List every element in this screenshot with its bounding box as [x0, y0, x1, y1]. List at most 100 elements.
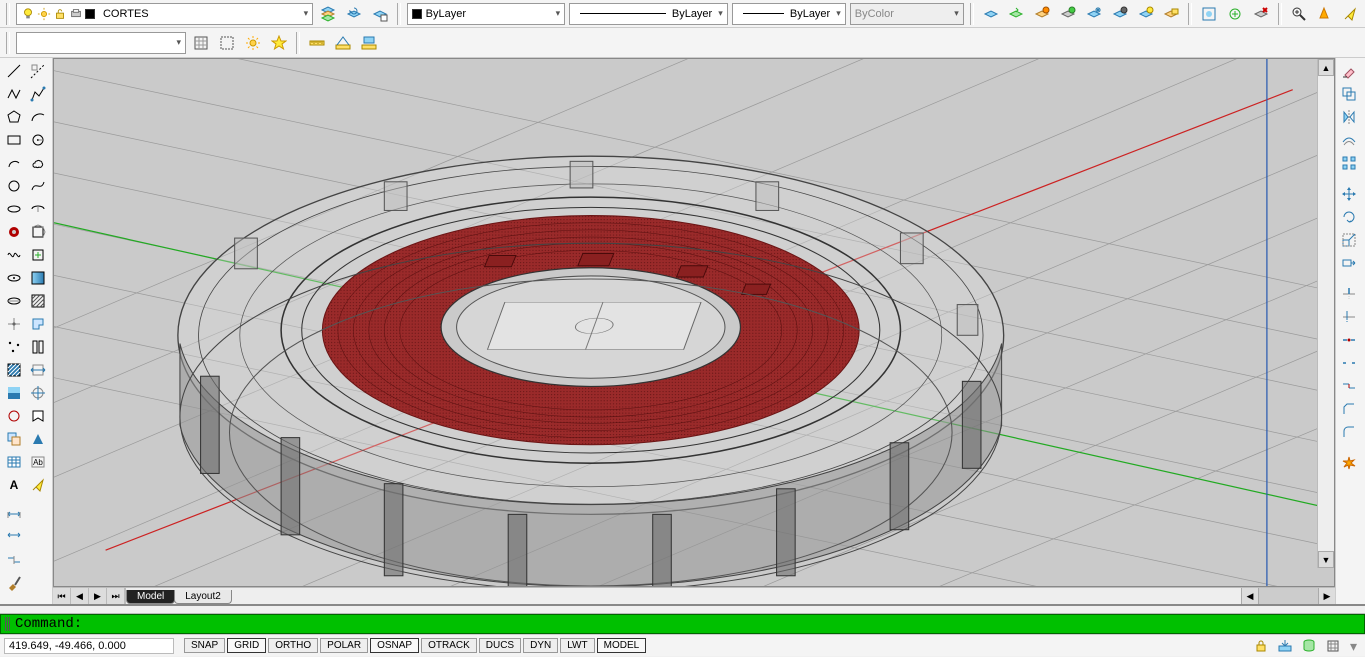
dim-linear2-button[interactable]: [2, 526, 26, 548]
scroll-right-button[interactable]: ▶: [1318, 588, 1335, 604]
multipoint-button[interactable]: [2, 336, 26, 358]
chamfer-button[interactable]: [1338, 398, 1360, 420]
offset-button[interactable]: [1338, 129, 1360, 151]
tab-model[interactable]: Model: [126, 590, 175, 604]
polyline3d-button[interactable]: [27, 83, 51, 105]
brush-button[interactable]: [2, 572, 26, 594]
spline-button[interactable]: [27, 175, 51, 197]
lineweight-dropdown[interactable]: ByLayer ▾: [732, 3, 846, 25]
circle-center-button[interactable]: [27, 129, 51, 151]
status-tray-arrow[interactable]: ▾: [1346, 639, 1361, 653]
measure-button[interactable]: [306, 32, 328, 54]
named-view-dropdown[interactable]: ▾: [16, 32, 186, 54]
dim-continue-button[interactable]: [2, 549, 26, 571]
hatch-button[interactable]: [27, 290, 51, 312]
star-button[interactable]: [268, 32, 290, 54]
polar-toggle[interactable]: POLAR: [320, 638, 368, 653]
drawing-viewport[interactable]: ▲ ▼: [53, 58, 1335, 587]
ducs-toggle[interactable]: DUCS: [479, 638, 521, 653]
scroll-up-button[interactable]: ▲: [1318, 59, 1334, 76]
ellipse-arc-button[interactable]: [27, 198, 51, 220]
wipeout-button[interactable]: [27, 405, 51, 427]
grid-toggle[interactable]: GRID: [227, 638, 266, 653]
layer-isolate-button[interactable]: [1031, 3, 1053, 25]
tab-next-button[interactable]: ▶: [89, 588, 107, 604]
move-button[interactable]: [1338, 183, 1360, 205]
layer-delete-button[interactable]: [1250, 3, 1272, 25]
layer-off-button[interactable]: [1109, 3, 1131, 25]
ortho-toggle[interactable]: ORTHO: [268, 638, 318, 653]
solid-button[interactable]: [27, 428, 51, 450]
block-button[interactable]: [27, 221, 51, 243]
layer-unisolate-button[interactable]: [1057, 3, 1079, 25]
tab-prev-button[interactable]: ◀: [71, 588, 89, 604]
polygon-button[interactable]: [2, 106, 26, 128]
coordinates-readout[interactable]: 419.649, -49.466, 0.000: [4, 638, 174, 654]
layer-previous-button[interactable]: [343, 3, 365, 25]
break-button[interactable]: [1338, 352, 1360, 374]
plotstyle-dropdown[interactable]: ByColor ▾: [850, 3, 964, 25]
erase-button[interactable]: [1338, 60, 1360, 82]
layer-states-button[interactable]: [369, 3, 391, 25]
arc-button[interactable]: [27, 106, 51, 128]
layer-merge-button[interactable]: [1224, 3, 1246, 25]
column-table-button[interactable]: [27, 336, 51, 358]
highlight-pen-button[interactable]: [27, 474, 51, 496]
rotate-button[interactable]: [1338, 206, 1360, 228]
otrack-toggle[interactable]: OTRACK: [421, 638, 477, 653]
zoom-realtime-button[interactable]: [1288, 3, 1310, 25]
region-button[interactable]: [27, 313, 51, 335]
status-config-button[interactable]: [1322, 635, 1344, 657]
status-tray-button[interactable]: [1274, 635, 1296, 657]
lwt-toggle[interactable]: LWT: [560, 638, 594, 653]
grid-icon-button[interactable]: [190, 32, 212, 54]
ellipse-button[interactable]: [2, 198, 26, 220]
text-button[interactable]: A: [2, 474, 26, 496]
layer-lock-button[interactable]: [1160, 3, 1182, 25]
dim-linear-button[interactable]: [2, 503, 26, 525]
measure-area-button[interactable]: [358, 32, 380, 54]
dyn-toggle[interactable]: DYN: [523, 638, 558, 653]
layer-dropdown[interactable]: CORTES ▾: [16, 3, 313, 25]
layer-walk-button[interactable]: [1198, 3, 1220, 25]
linetype-dropdown[interactable]: ByLayer ▾: [569, 3, 728, 25]
sun-button[interactable]: [242, 32, 264, 54]
donut-button[interactable]: [2, 221, 26, 243]
boundary-button[interactable]: [2, 405, 26, 427]
layer-manager-button[interactable]: [317, 3, 339, 25]
construction-line-button[interactable]: [27, 60, 51, 82]
ellipse-center-button[interactable]: [2, 290, 26, 312]
osnap-toggle[interactable]: OSNAP: [370, 638, 419, 653]
tab-last-button[interactable]: ⏭: [107, 588, 125, 604]
center-mark-button[interactable]: [27, 382, 51, 404]
layer-freeze-button[interactable]: [1083, 3, 1105, 25]
explode-button[interactable]: [1338, 452, 1360, 474]
fillet-button[interactable]: [1338, 421, 1360, 443]
hatch-gradient-button[interactable]: [27, 267, 51, 289]
copy-button[interactable]: [1338, 83, 1360, 105]
table-button[interactable]: [2, 451, 26, 473]
hatch-pattern-button[interactable]: [2, 359, 26, 381]
snap-toggle[interactable]: SNAP: [184, 638, 225, 653]
insert-block-button[interactable]: [27, 244, 51, 266]
circle-button[interactable]: [2, 175, 26, 197]
trim-button[interactable]: [1338, 283, 1360, 305]
tab-layout2[interactable]: Layout2: [174, 590, 232, 604]
polyline-button[interactable]: [2, 83, 26, 105]
mirror-button[interactable]: [1338, 106, 1360, 128]
measure-angle-button[interactable]: [332, 32, 354, 54]
mtext-button[interactable]: Ab: [27, 451, 51, 473]
scroll-down-button[interactable]: ▼: [1318, 551, 1334, 568]
vertical-scrollbar[interactable]: ▲ ▼: [1317, 59, 1334, 568]
scroll-left-button[interactable]: ◀: [1241, 588, 1258, 604]
array-button[interactable]: [1338, 152, 1360, 174]
highlight-button[interactable]: [1339, 3, 1361, 25]
color-dropdown[interactable]: ByLayer ▾: [407, 3, 566, 25]
match-layer-button[interactable]: [1006, 3, 1028, 25]
arc3p-button[interactable]: [2, 152, 26, 174]
dashed-grid-button[interactable]: [216, 32, 238, 54]
cone-button[interactable]: [1313, 3, 1335, 25]
region-create-button[interactable]: [2, 428, 26, 450]
make-current-button[interactable]: [980, 3, 1002, 25]
rectangle-button[interactable]: [2, 129, 26, 151]
